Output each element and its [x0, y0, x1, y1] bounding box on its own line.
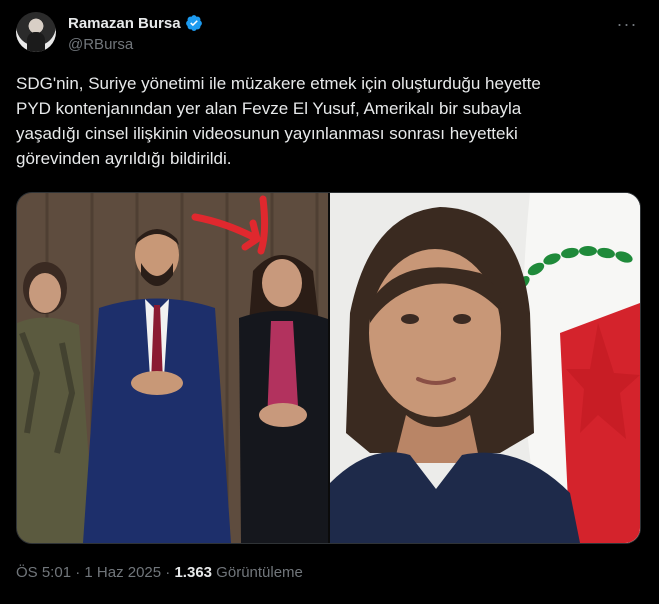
- views-label: Görüntüleme: [212, 564, 303, 581]
- verified-badge-icon: [185, 15, 202, 31]
- tweet-media[interactable]: [16, 192, 641, 544]
- tweet-date[interactable]: 1 Haz 2025: [84, 564, 161, 581]
- portrait-photo[interactable]: [330, 193, 640, 543]
- views-count: 1.363: [174, 564, 213, 581]
- meta-separator: ·: [71, 564, 85, 581]
- tweet-time[interactable]: ÖS 5:01: [16, 564, 71, 581]
- author-display-name[interactable]: Ramazan Bursa: [68, 15, 181, 32]
- tweet-meta: ÖS 5:01 · 1 Haz 2025 · 1.363 Görüntüleme: [16, 564, 303, 581]
- more-options-icon[interactable]: ···: [615, 14, 639, 38]
- group-photo-illustration: [17, 193, 328, 543]
- group-photo[interactable]: [17, 193, 328, 543]
- tweet-header: Ramazan Bursa @RBursa ···: [16, 12, 643, 60]
- author-avatar[interactable]: [16, 12, 56, 52]
- meta-separator: ·: [161, 564, 175, 581]
- author-handle[interactable]: @RBursa: [68, 36, 133, 53]
- tweet-text: SDG'nin, Suriye yönetimi ile müzakere et…: [16, 74, 541, 168]
- portrait-photo-illustration: [330, 193, 640, 543]
- author-name-row: Ramazan Bursa: [68, 14, 203, 32]
